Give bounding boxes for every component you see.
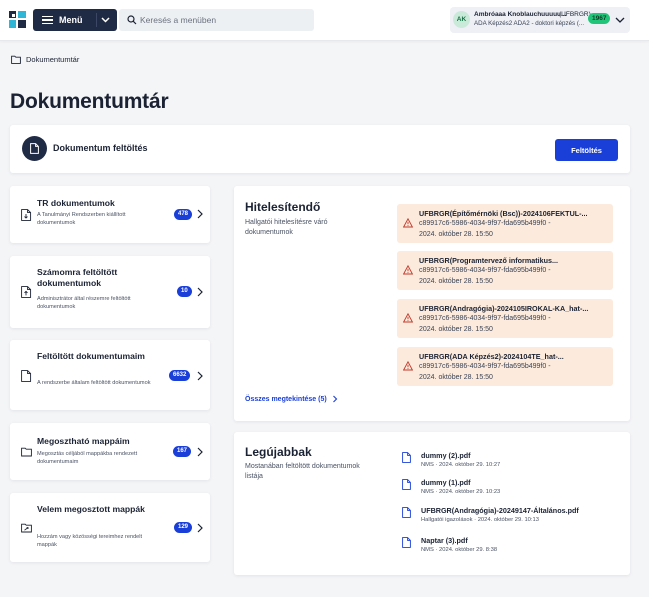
auth-item-date: 2024. október 28. 15:50 xyxy=(419,374,493,381)
folder-icon xyxy=(21,447,32,457)
file-meta: NMS · 2024. október 29. 10:23 xyxy=(421,489,501,495)
section-title: Hitelesítendő xyxy=(245,200,321,214)
nav-card-shared-with-me[interactable]: Velem megosztott mappák Hozzám vagy közö… xyxy=(10,493,210,562)
file-item[interactable]: dummy (1).pdf NMS · 2024. október 29. 10… xyxy=(402,478,612,500)
count-badge: 478 xyxy=(174,209,193,220)
avatar: AK xyxy=(453,11,470,28)
search-icon xyxy=(127,15,137,25)
chevron-down-icon[interactable] xyxy=(96,13,114,27)
auth-item-title: UFBRGR(Andragógia)-2024105IROKAL-KA_hat-… xyxy=(419,304,589,313)
file-name: dummy (1).pdf xyxy=(421,478,471,487)
top-bar: Menü AK Ambróaaa Knoblauchuuuuu... (UFBR… xyxy=(0,0,649,41)
app-logo-icon[interactable] xyxy=(9,11,26,28)
auth-item[interactable]: UFBRGR(ADA Képzés2)-2024104TE_hat-... c8… xyxy=(397,347,613,386)
count-badge: 167 xyxy=(173,446,192,457)
auth-item-id: c89917c6-5986-4034-9f97-fda695b499f0 - xyxy=(419,220,551,227)
user-badge: 1967 xyxy=(588,13,611,24)
search-input[interactable] xyxy=(140,15,310,25)
nav-card-title: Velem megosztott mappák xyxy=(37,504,145,514)
document-icon xyxy=(402,507,411,518)
section-desc: Mostanában feltöltött dokumentumok listá… xyxy=(245,463,360,480)
view-all-link[interactable]: Összes megtekintése (5) xyxy=(245,395,338,403)
nav-card-desc: A rendszerbe általam feltöltött dokument… xyxy=(37,380,151,386)
auth-item-title: UFBRGR(ADA Képzés2)-2024104TE_hat-... xyxy=(419,352,564,361)
warning-icon xyxy=(403,361,413,371)
document-upload-icon xyxy=(21,286,32,298)
auth-item[interactable]: UFBRGR(Andragógia)-2024105IROKAL-KA_hat-… xyxy=(397,299,613,338)
nav-card-desc: Adminisztrátor által részemre feltöltött… xyxy=(37,296,131,310)
chevron-down-icon[interactable] xyxy=(615,15,625,25)
auth-item-title: UFBRGR(Építőmérnöki (Bsc))-2024106FEKTUL… xyxy=(419,209,588,218)
chevron-right-icon xyxy=(197,287,203,297)
auth-item[interactable]: UFBRGR(Programtervező informatikus... c8… xyxy=(397,251,613,290)
document-icon xyxy=(21,370,32,382)
auth-item-id: c89917c6-5986-4034-9f97-fda695b499f0 - xyxy=(419,315,551,322)
menu-label: Menü xyxy=(59,15,83,25)
file-meta: Hallgatói igazolások · 2024. október 29.… xyxy=(421,517,539,523)
count-badge: 6632 xyxy=(169,370,191,381)
nav-card-shareable-folders[interactable]: Megosztható mappáim Megosztás céljából m… xyxy=(10,423,210,480)
count-badge: 129 xyxy=(174,522,193,533)
auth-item-date: 2024. október 28. 15:50 xyxy=(419,278,493,285)
user-name: Ambróaaa Knoblauchuuuuu... xyxy=(474,11,567,18)
file-item[interactable]: dummy (2).pdf NMS · 2024. október 29. 10… xyxy=(402,451,612,473)
file-item[interactable]: UFBRGR(Andragógia)-20249147-Általános.pd… xyxy=(402,506,612,528)
nav-card-desc: Megosztás céljából mappákba rendezett do… xyxy=(37,451,138,465)
section-desc: Hallgatói hitelesítésre váró dokumentumo… xyxy=(245,219,328,236)
file-meta: NMS · 2024. október 29. 10:27 xyxy=(421,462,501,468)
page-title: Dokumentumtár xyxy=(10,90,169,113)
auth-item-date: 2024. október 28. 15:50 xyxy=(419,231,493,238)
count-badge: 10 xyxy=(177,286,192,297)
newest-card: Legújabbak Mostanában feltöltött dokumen… xyxy=(234,432,630,575)
user-code: (UFBRGR) xyxy=(559,11,591,18)
nav-card-title: Feltöltött dokumentumaim xyxy=(37,351,145,361)
nav-card-my-uploads[interactable]: Feltöltött dokumentumaim A rendszerbe ál… xyxy=(10,340,210,410)
chevron-right-icon xyxy=(197,447,203,457)
file-item[interactable]: Naptar (3).pdf NMS · 2024. október 29. 8… xyxy=(402,536,612,558)
breadcrumb-item[interactable]: Dokumentumtár xyxy=(26,55,79,64)
breadcrumb: Dokumentumtár xyxy=(11,55,79,64)
nav-card-desc: Hozzám vagy közösségi tereimhez rendelt … xyxy=(37,534,143,548)
auth-item-id: c89917c6-5986-4034-9f97-fda695b499f0 - xyxy=(419,267,551,274)
hamburger-icon xyxy=(42,15,53,25)
user-menu[interactable]: AK Ambróaaa Knoblauchuuuuu... (UFBRGR) A… xyxy=(450,7,630,33)
to-authenticate-card: Hitelesítendő Hallgatói hitelesítésre vá… xyxy=(234,186,630,421)
document-icon xyxy=(402,452,411,463)
menu-search[interactable] xyxy=(119,9,314,31)
warning-icon xyxy=(403,313,413,323)
nav-card-desc: A Tanulmányi Rendszerben kiállított doku… xyxy=(37,212,126,226)
view-all-label: Összes megtekintése (5) xyxy=(245,395,327,403)
auth-item-date: 2024. október 28. 15:50 xyxy=(419,326,493,333)
nav-card-title: Megosztható mappáim xyxy=(37,436,130,446)
auth-item-id: c89917c6-5986-4034-9f97-fda695b499f0 - xyxy=(419,363,551,370)
file-name: dummy (2).pdf xyxy=(421,451,471,460)
user-role: ADA Képzés2 ADA2 - doktori képzés (... xyxy=(474,20,585,27)
warning-icon xyxy=(403,218,413,228)
nav-card-title: TR dokumentumok xyxy=(37,198,115,208)
auth-item-title: UFBRGR(Programtervező informatikus... xyxy=(419,256,558,265)
folder-icon xyxy=(11,55,21,64)
chevron-right-icon xyxy=(197,523,203,533)
upload-button[interactable]: Feltöltés xyxy=(555,139,618,161)
file-name: UFBRGR(Andragógia)-20249147-Általános.pd… xyxy=(421,506,579,515)
menu-button[interactable]: Menü xyxy=(33,9,117,31)
warning-icon xyxy=(403,265,413,275)
document-icon xyxy=(402,479,411,490)
upload-title: Dokumentum feltöltés xyxy=(53,143,148,153)
nav-card-tr-documents[interactable]: TR dokumentumok A Tanulmányi Rendszerben… xyxy=(10,186,210,243)
section-title: Legújabbak xyxy=(245,445,312,459)
nav-card-title: Számomra feltöltött dokumentumok xyxy=(37,267,118,288)
file-meta: NMS · 2024. október 29. 8:38 xyxy=(421,547,498,553)
document-icon xyxy=(402,537,411,548)
document-download-icon xyxy=(21,209,32,221)
chevron-right-icon xyxy=(197,371,203,381)
shared-folder-icon xyxy=(21,523,32,533)
document-icon xyxy=(22,136,47,161)
file-name: Naptar (3).pdf xyxy=(421,536,468,545)
nav-card-uploaded-for-me[interactable]: Számomra feltöltött dokumentumok Adminis… xyxy=(10,256,210,328)
chevron-right-icon xyxy=(332,395,337,403)
auth-item[interactable]: UFBRGR(Építőmérnöki (Bsc))-2024106FEKTUL… xyxy=(397,204,613,243)
upload-card: Dokumentum feltöltés Feltöltés xyxy=(10,125,630,173)
chevron-right-icon xyxy=(197,209,203,219)
